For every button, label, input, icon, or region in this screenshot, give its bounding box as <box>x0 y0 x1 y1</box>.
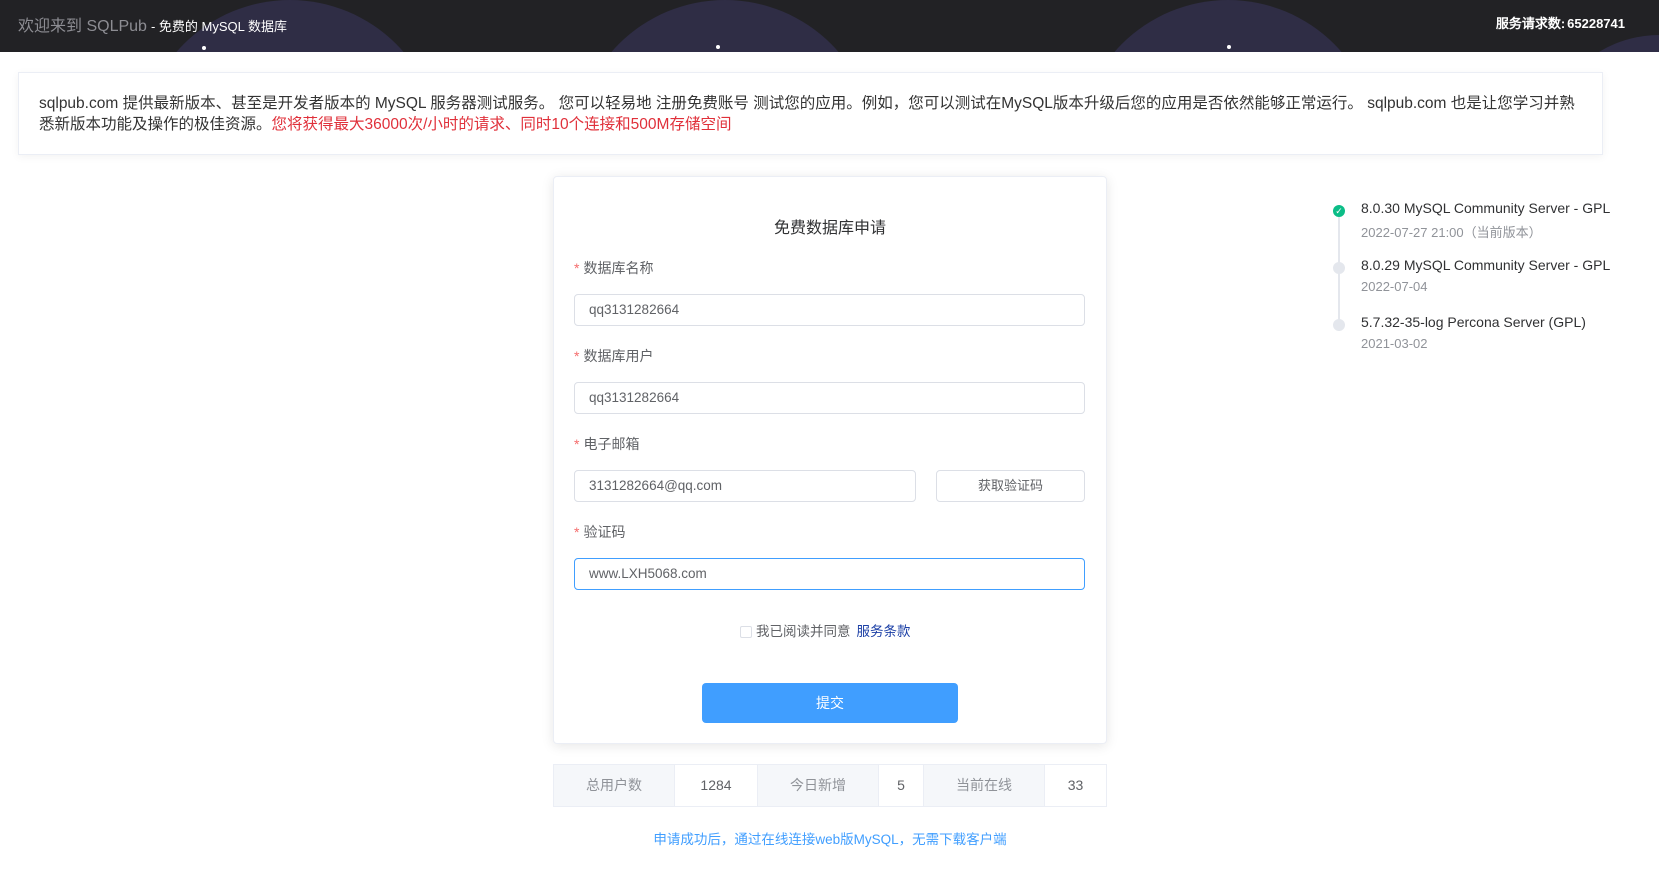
code-label: * 验证码 <box>574 522 625 542</box>
code-label-text: 验证码 <box>583 524 626 540</box>
db-name-input[interactable]: qq3131282664 <box>574 294 1085 326</box>
db-name-label-text: 数据库名称 <box>583 260 654 276</box>
timeline-line <box>1338 217 1340 331</box>
agree-checkbox[interactable] <box>740 626 752 638</box>
timeline-date: 2022-07-27 21:00（当前版本） <box>1361 225 1542 240</box>
db-name-label: * 数据库名称 <box>574 258 653 278</box>
timeline-title: 8.0.29 MySQL Community Server - GPL <box>1361 257 1611 273</box>
intro-panel: sqlpub.com 提供最新版本、甚至是开发者版本的 MySQL 服务器测试服… <box>18 72 1603 155</box>
intro-text: sqlpub.com 提供最新版本、甚至是开发者版本的 MySQL 服务器测试服… <box>39 95 1575 133</box>
new-today-label: 今日新增 <box>758 765 879 806</box>
db-user-input[interactable]: qq3131282664 <box>574 382 1085 414</box>
stats-table: 总用户数 1284 今日新增 5 当前在线 33 <box>553 764 1107 807</box>
agreement-row: 我已阅读并同意 服务条款 <box>740 620 911 640</box>
request-count-label: 服务请求数: <box>1495 16 1566 31</box>
db-user-label-text: 数据库用户 <box>583 348 654 364</box>
web-mysql-link[interactable]: 申请成功后，通过在线连接web版MySQL，无需下载客户端 <box>553 828 1107 848</box>
timeline-dot-icon <box>1333 319 1345 331</box>
total-users-value: 1284 <box>675 765 758 806</box>
timeline-dot-icon <box>1333 262 1345 274</box>
timeline-date: 2021-03-02 <box>1361 336 1428 351</box>
total-users-label: 总用户数 <box>554 765 675 806</box>
request-counter: 服务请求数: 65228741 <box>1496 13 1625 32</box>
brand-title: 欢迎来到 SQLPub <box>18 18 147 35</box>
timeline-date: 2022-07-04 <box>1361 279 1428 294</box>
timeline-title: 5.7.32-35-log Percona Server (GPL) <box>1361 314 1586 330</box>
intro-highlight: 您将获得最大36000次/小时的请求、同时10个连接和500M存储空间 <box>271 116 732 133</box>
email-input[interactable]: 3131282664@qq.com <box>574 470 916 502</box>
top-header: 欢迎来到 SQLPub - 免费的 MySQL 数据库 服务请求数: 6522874… <box>0 0 1659 52</box>
verification-code-input[interactable]: www.LXH5068.com <box>574 558 1085 590</box>
request-count-value: 65228741 <box>1567 16 1625 31</box>
online-value: 33 <box>1045 765 1106 806</box>
email-label-text: 电子邮箱 <box>583 436 640 452</box>
site-brand[interactable]: 欢迎来到 SQLPub - 免费的 MySQL 数据库 <box>18 12 287 36</box>
required-mark: * <box>574 348 580 364</box>
brand-subtitle: - 免费的 MySQL 数据库 <box>150 19 287 34</box>
new-today-value: 5 <box>879 765 924 806</box>
online-label: 当前在线 <box>924 765 1045 806</box>
required-mark: * <box>574 524 580 540</box>
get-code-button[interactable]: 获取验证码 <box>936 470 1085 502</box>
application-form-card: 免费数据库申请 * 数据库名称 qq3131282664 * 数据库用户 qq313… <box>553 176 1107 744</box>
required-mark: * <box>574 260 580 276</box>
check-icon: ✓ <box>1333 205 1345 217</box>
db-user-label: * 数据库用户 <box>574 346 653 366</box>
form-title: 免费数据库申请 <box>773 220 886 237</box>
terms-link[interactable]: 服务条款 <box>857 624 911 639</box>
timeline-title: 8.0.30 MySQL Community Server - GPL <box>1361 200 1611 216</box>
submit-button[interactable]: 提交 <box>702 683 958 723</box>
agree-text: 我已阅读并同意 <box>756 624 851 639</box>
email-label: * 电子邮箱 <box>574 434 639 454</box>
required-mark: * <box>574 436 580 452</box>
